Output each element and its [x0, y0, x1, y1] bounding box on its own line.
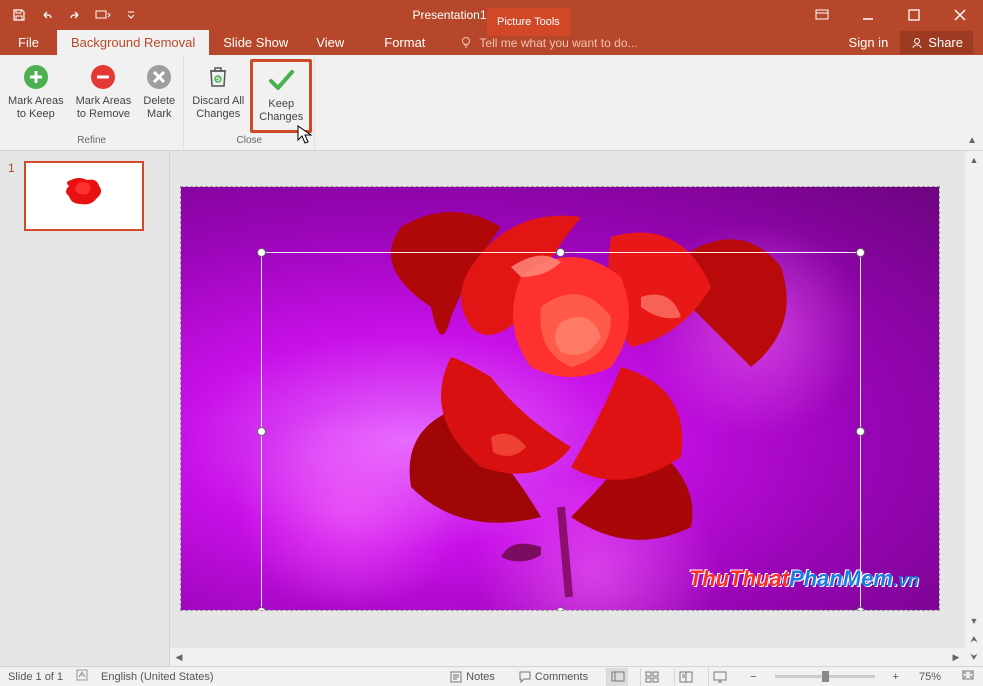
scroll-down-icon[interactable]: ▼	[965, 612, 983, 630]
sign-in-link[interactable]: Sign in	[849, 35, 889, 50]
mark-remove-label: Mark Areas to Remove	[76, 95, 132, 121]
tab-format[interactable]: Format	[370, 30, 439, 55]
delete-mark-label: Delete Mark	[143, 95, 175, 121]
zoom-in-icon[interactable]: +	[893, 671, 899, 683]
close-icon[interactable]	[937, 0, 983, 30]
tell-me-search[interactable]: Tell me what you want to do...	[459, 36, 637, 50]
minus-circle-icon	[87, 61, 119, 93]
normal-view-icon[interactable]	[606, 668, 628, 686]
scroll-right-icon[interactable]: ▶	[947, 648, 965, 666]
resize-handle[interactable]	[257, 248, 266, 257]
tab-slide-show[interactable]: Slide Show	[209, 30, 302, 55]
mark-areas-to-remove-button[interactable]: Mark Areas to Remove	[70, 59, 138, 133]
slide-thumbnails-panel[interactable]: 1	[0, 151, 170, 666]
slide-counter[interactable]: Slide 1 of 1	[8, 671, 63, 683]
trash-icon	[202, 61, 234, 93]
zoom-out-icon[interactable]: −	[750, 671, 756, 683]
maximize-icon[interactable]	[891, 0, 937, 30]
horizontal-scrollbar[interactable]: ◀ ▶	[170, 648, 965, 666]
discard-label: Discard All Changes	[192, 95, 244, 121]
collapse-ribbon-icon[interactable]: ▲	[967, 135, 977, 146]
slide-sorter-view-icon[interactable]	[640, 668, 662, 686]
resize-handle[interactable]	[556, 607, 565, 610]
ribbon-group-refine: Mark Areas to Keep Mark Areas to Remove …	[0, 55, 184, 150]
undo-icon[interactable]	[36, 4, 58, 26]
titlebar-center: Picture Tools Presentation1 - PowerPoint	[142, 8, 799, 22]
slideshow-view-icon[interactable]	[708, 668, 730, 686]
title-bar: Picture Tools Presentation1 - PowerPoint	[0, 0, 983, 30]
scroll-left-icon[interactable]: ◀	[170, 648, 188, 666]
refine-group-label: Refine	[77, 133, 106, 148]
status-bar: Slide 1 of 1 English (United States) Not…	[0, 666, 983, 686]
spellcheck-icon[interactable]	[75, 668, 89, 685]
notes-button[interactable]: Notes	[444, 671, 501, 683]
comments-icon	[519, 671, 531, 683]
save-icon[interactable]	[8, 4, 30, 26]
qat-customize-icon[interactable]	[120, 4, 142, 26]
notes-icon	[450, 671, 462, 683]
reading-view-icon[interactable]	[674, 668, 696, 686]
zoom-slider[interactable]	[775, 675, 875, 678]
start-from-beginning-icon[interactable]	[92, 4, 114, 26]
resize-handle[interactable]	[257, 607, 266, 610]
minimize-icon[interactable]	[845, 0, 891, 30]
zoom-slider-thumb[interactable]	[822, 671, 829, 682]
thumbnail-number: 1	[8, 161, 18, 231]
vertical-scrollbar[interactable]: ▲ ▼ ⮝ ⮟	[965, 151, 983, 666]
ribbon-display-options-icon[interactable]	[799, 0, 845, 30]
keep-label: Keep Changes	[259, 98, 303, 124]
prev-slide-icon[interactable]: ⮝	[965, 630, 983, 648]
share-button[interactable]: Share	[900, 31, 973, 54]
fit-to-window-icon[interactable]	[961, 669, 975, 684]
share-icon	[910, 36, 924, 50]
contextual-tab-header: Picture Tools	[487, 8, 570, 36]
picture-object[interactable]: ThuThuatPhanMem.vn	[180, 186, 940, 611]
delete-mark-button[interactable]: Delete Mark	[137, 59, 181, 133]
ribbon: Mark Areas to Keep Mark Areas to Remove …	[0, 55, 983, 151]
slide-editor[interactable]: ThuThuatPhanMem.vn ▲ ▼	[170, 151, 983, 666]
lightbulb-icon	[459, 36, 473, 50]
resize-handle[interactable]	[856, 427, 865, 436]
redo-icon[interactable]	[64, 4, 86, 26]
quick-access-toolbar	[0, 4, 142, 26]
delete-circle-icon	[143, 61, 175, 93]
slide-canvas: ThuThuatPhanMem.vn	[180, 161, 962, 631]
rose-thumbnail-icon	[49, 174, 119, 219]
tab-background-removal[interactable]: Background Removal	[57, 30, 209, 55]
thumbnail-item[interactable]: 1	[8, 161, 161, 231]
mark-keep-label: Mark Areas to Keep	[8, 95, 64, 121]
share-label: Share	[928, 35, 963, 50]
ribbon-group-close: Discard All Changes Keep Changes Close	[184, 55, 315, 150]
tell-me-placeholder: Tell me what you want to do...	[479, 36, 637, 50]
mark-areas-to-keep-button[interactable]: Mark Areas to Keep	[2, 59, 70, 133]
check-icon	[265, 64, 297, 96]
discard-all-changes-button[interactable]: Discard All Changes	[186, 59, 250, 133]
tab-file[interactable]: File	[0, 30, 57, 55]
keep-changes-button[interactable]: Keep Changes	[250, 59, 312, 133]
language-indicator[interactable]: English (United States)	[101, 671, 214, 683]
thumbnail-preview[interactable]	[24, 161, 144, 231]
zoom-level[interactable]: 75%	[919, 671, 941, 683]
comments-button[interactable]: Comments	[513, 671, 594, 683]
plus-circle-icon	[20, 61, 52, 93]
background-removal-preview: ThuThuatPhanMem.vn	[181, 187, 939, 610]
tab-view[interactable]: View	[302, 30, 358, 55]
workspace: 1	[0, 151, 983, 666]
resize-handle[interactable]	[257, 427, 266, 436]
close-group-label: Close	[237, 133, 263, 148]
resize-handle[interactable]	[856, 248, 865, 257]
window-controls	[799, 0, 983, 30]
scroll-up-icon[interactable]: ▲	[965, 151, 983, 169]
resize-handle[interactable]	[556, 248, 565, 257]
next-slide-icon[interactable]: ⮟	[965, 648, 983, 666]
crop-selection-box[interactable]	[261, 252, 861, 610]
resize-handle[interactable]	[856, 607, 865, 610]
